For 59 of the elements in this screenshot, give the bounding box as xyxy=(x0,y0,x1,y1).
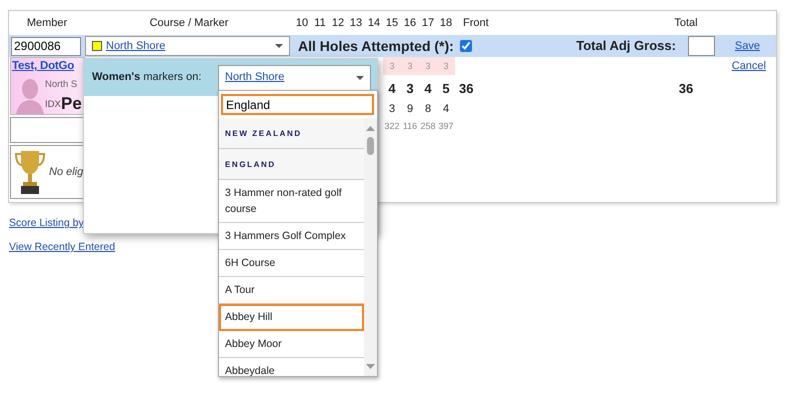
yardage-cell-text: 322 xyxy=(383,120,401,133)
avatar-silhouette-icon xyxy=(15,77,45,114)
all-holes-label: All Holes Attempted (*): xyxy=(298,36,454,56)
column-header: 15 xyxy=(386,16,398,29)
column-header: 14 xyxy=(368,16,380,29)
front-total: 36 xyxy=(458,80,474,98)
stroke-index-cell-text: 9 xyxy=(406,102,414,116)
column-header: Member xyxy=(26,16,68,29)
column-header: 12 xyxy=(332,16,344,29)
course-link[interactable]: North Shore xyxy=(225,69,284,86)
marker-course-select[interactable]: North Shore xyxy=(218,64,371,90)
par-cell: 3 xyxy=(383,57,401,75)
trophy-icon xyxy=(15,149,45,195)
score-cell-text: 4 xyxy=(423,80,433,98)
page-link[interactable]: View Recently Entered xyxy=(9,241,116,253)
column-header: 13 xyxy=(350,16,362,29)
stroke-index-cell-text: 4 xyxy=(442,102,450,116)
total-adj-gross-field[interactable] xyxy=(688,36,715,56)
page-link[interactable]: Score Listing by xyxy=(9,217,84,229)
total-adj-gross-label: Total Adj Gross: xyxy=(576,37,676,56)
markers-label: Women's markers on: xyxy=(92,70,202,86)
search-field[interactable]: England xyxy=(221,94,374,115)
column-header: 18 xyxy=(440,16,452,29)
cancel-link[interactable]: Cancel xyxy=(732,60,766,72)
score-cell-text: 3 xyxy=(405,80,415,98)
yardage-cell-text: 258 xyxy=(419,120,437,133)
score-cell-text: 5 xyxy=(441,80,451,98)
player-name-link[interactable]: Test, DotGo xyxy=(11,58,84,76)
idx-label: IDX xyxy=(45,98,61,112)
column-header: 16 xyxy=(404,16,416,29)
total-score: 36 xyxy=(678,80,694,98)
club-name: North S xyxy=(45,78,78,92)
save-link[interactable]: Save xyxy=(734,38,760,54)
column-header: Total xyxy=(674,16,698,29)
scrollbar[interactable] xyxy=(364,118,377,376)
par-cell: 3 xyxy=(401,57,419,75)
all-holes-checkbox[interactable] xyxy=(460,40,472,52)
caret-icon xyxy=(275,44,283,48)
course-option[interactable]: Abbey Hill xyxy=(219,304,364,331)
column-header: 10 xyxy=(296,16,308,29)
group-heading: ENGLAND xyxy=(219,149,364,180)
competition-status-text: No elig xyxy=(49,164,84,180)
handicap-value: Pe xyxy=(61,93,82,114)
column-header: Course / Marker xyxy=(150,16,228,29)
course-link[interactable]: North Shore xyxy=(106,38,166,54)
yardage-cell-text: 116 xyxy=(402,120,418,133)
member-id-field[interactable]: 2900086 xyxy=(11,36,81,56)
score-cell-text: 4 xyxy=(387,80,397,98)
column-header: Front xyxy=(462,16,489,29)
column-header: 17 xyxy=(422,16,434,29)
par-cell: 3 xyxy=(419,57,437,75)
caret-icon xyxy=(356,76,364,80)
par-cell: 3 xyxy=(437,57,455,75)
stroke-index-cell-text: 8 xyxy=(424,102,432,116)
stroke-index-cell-text: 3 xyxy=(388,102,396,116)
column-header: 11 xyxy=(314,16,326,29)
group-heading: NEW ZEALAND xyxy=(219,118,364,149)
yardage-cell-text: 397 xyxy=(437,120,455,133)
course-select[interactable]: North Shore xyxy=(85,36,290,56)
